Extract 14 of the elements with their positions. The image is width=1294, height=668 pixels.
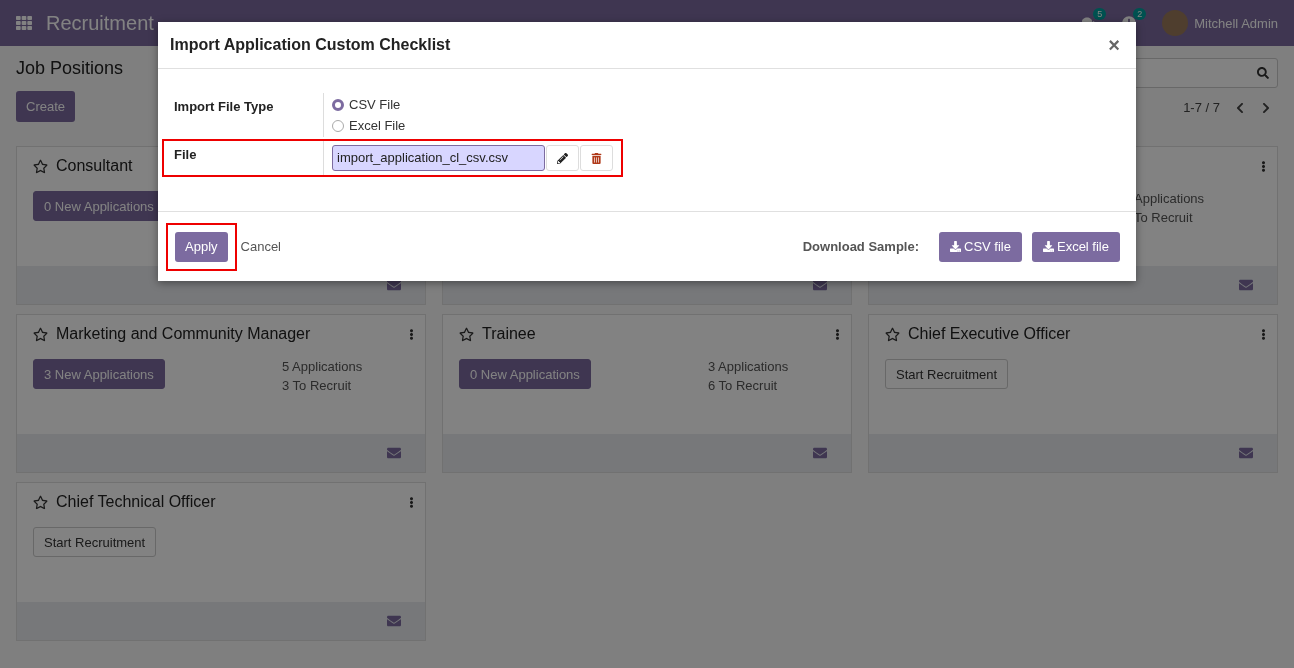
field-label: Import File Type: [164, 93, 324, 137]
count-badge: 2: [1133, 8, 1147, 20]
count-badge: 5: [1093, 8, 1107, 20]
page-title: Job Positions: [16, 58, 124, 79]
pager-value: 1-7 / 7: [1183, 100, 1220, 115]
field-label: File: [164, 141, 324, 175]
app-name: Recruitment: [46, 11, 154, 35]
download-label: Download Sample:: [802, 239, 919, 254]
job-title: Marketing and Community Manager: [56, 325, 311, 343]
dialog-title: Import Application Custom Checklist: [170, 36, 451, 54]
job-title: Consultant: [56, 157, 133, 175]
job-title: Trainee: [482, 325, 536, 343]
job-title: Chief Technical Officer: [56, 493, 216, 511]
job-title: Chief Executive Officer: [908, 325, 1071, 343]
